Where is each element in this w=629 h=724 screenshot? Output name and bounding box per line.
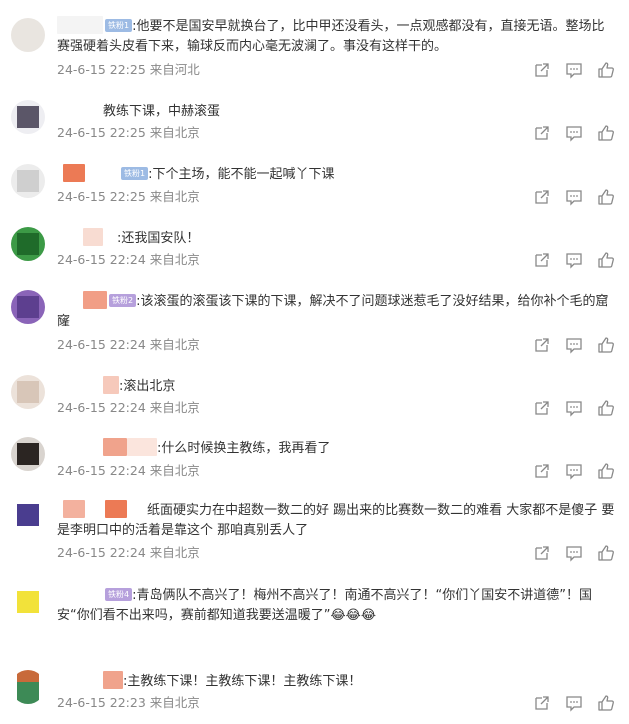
thumbs-up-icon[interactable] [597,124,615,142]
share-icon[interactable] [533,124,551,142]
comment-time: 24-6-15 22:25 [57,189,146,204]
username-redacted[interactable] [57,101,103,119]
comment-time: 24-6-15 22:24 [57,252,146,267]
share-icon[interactable] [533,544,551,562]
comment-text: 教练下课，中赫滚蛋 [103,104,221,119]
avatar[interactable] [11,227,45,261]
share-icon[interactable] [533,462,551,480]
comment-location: 来自北京 [149,337,200,352]
share-icon[interactable] [533,399,551,417]
thumbs-up-icon[interactable] [597,694,615,712]
username-redacted[interactable] [85,500,105,518]
avatar[interactable] [11,100,45,134]
comment-time: 24-6-15 22:25 [57,62,146,77]
comment-text: :主教练下课！主教练下课！主教练下课！ [123,674,362,689]
comment-icon[interactable] [565,694,583,712]
comment-location: 来自北京 [149,400,200,415]
avatar[interactable] [11,290,45,324]
comment-icon[interactable] [565,251,583,269]
comment-text: :他要不是国安早就换台了，比中甲还没看头，一点观感都没有，直接无语。整场比赛强硬… [57,19,605,54]
avatar[interactable] [11,18,45,52]
fan-badge: 铁粉2 [109,294,137,307]
username-redacted[interactable] [57,291,83,309]
comment-location: 来自北京 [149,252,200,267]
comment-icon[interactable] [565,336,583,354]
laugh-cry-emoji: 😂😂😂 [330,608,377,623]
comment-text: :该滚蛋的滚蛋该下课的下课，解决不了问题球迷惹毛了没好结果，给你补个毛的窟窿 [57,294,609,329]
username-redacted[interactable] [83,228,103,246]
username-redacted[interactable] [127,438,157,456]
username-redacted[interactable] [103,438,127,456]
comment-location: 来自北京 [149,463,200,478]
comment-icon[interactable] [565,124,583,142]
username-redacted[interactable] [57,671,103,689]
username-redacted[interactable] [63,500,85,518]
username-redacted[interactable] [83,291,107,309]
comment-location: 来自北京 [149,125,200,140]
thumbs-up-icon[interactable] [597,399,615,417]
thumbs-up-icon[interactable] [597,462,615,480]
comment-text: :青岛俩队不高兴了！梅州不高兴了！南通不高兴了！“你们丫国安不讲道德”！国安“你… [57,588,592,623]
username-redacted[interactable] [57,228,83,246]
fan-badge: 铁粉1 [121,167,149,180]
thumbs-up-icon[interactable] [597,251,615,269]
share-icon[interactable] [533,188,551,206]
share-icon[interactable] [533,251,551,269]
comment-text: :滚出北京 [119,379,176,394]
avatar[interactable] [11,375,45,409]
comment-text: :什么时候换主教练，我再看了 [157,441,331,456]
avatar[interactable] [11,670,45,704]
thumbs-up-icon[interactable] [597,336,615,354]
username-redacted[interactable] [103,671,123,689]
username-redacted[interactable] [57,438,103,456]
comment-location: 来自北京 [149,189,200,204]
username-redacted[interactable] [63,164,85,182]
username-redacted[interactable] [127,500,147,518]
comment-location: 来自河北 [149,62,200,77]
comment-time: 24-6-15 22:24 [57,400,146,415]
comment-location: 来自北京 [149,695,200,710]
comment-icon[interactable] [565,188,583,206]
avatar[interactable] [11,585,45,619]
avatar[interactable] [11,437,45,471]
username-redacted[interactable] [103,228,117,246]
comment-time: 24-6-15 22:24 [57,337,146,352]
comment-text: :还我国安队！ [117,231,200,246]
comment-text: :下个主场，能不能一起喊丫下课 [148,167,335,182]
comment-icon[interactable] [565,544,583,562]
comment-icon[interactable] [565,462,583,480]
comment-location: 来自北京 [149,545,200,560]
share-icon[interactable] [533,694,551,712]
username-redacted[interactable] [103,376,119,394]
username-redacted[interactable] [85,164,119,182]
thumbs-up-icon[interactable] [597,61,615,79]
comment-icon[interactable] [565,399,583,417]
thumbs-up-icon[interactable] [597,544,615,562]
comment-time: 24-6-15 22:25 [57,125,146,140]
username-redacted[interactable] [57,376,103,394]
share-icon[interactable] [533,61,551,79]
comment-time: 24-6-15 22:24 [57,545,146,560]
fan-badge: 铁粉4 [105,588,133,601]
avatar[interactable] [11,498,45,532]
username-redacted[interactable] [57,16,103,34]
username-redacted[interactable] [63,585,103,603]
avatar[interactable] [11,164,45,198]
username-redacted[interactable] [105,500,127,518]
comment-time: 24-6-15 22:24 [57,463,146,478]
comment-icon[interactable] [565,61,583,79]
fan-badge: 铁粉1 [105,19,133,32]
thumbs-up-icon[interactable] [597,188,615,206]
comment-time: 24-6-15 22:23 [57,695,146,710]
share-icon[interactable] [533,336,551,354]
